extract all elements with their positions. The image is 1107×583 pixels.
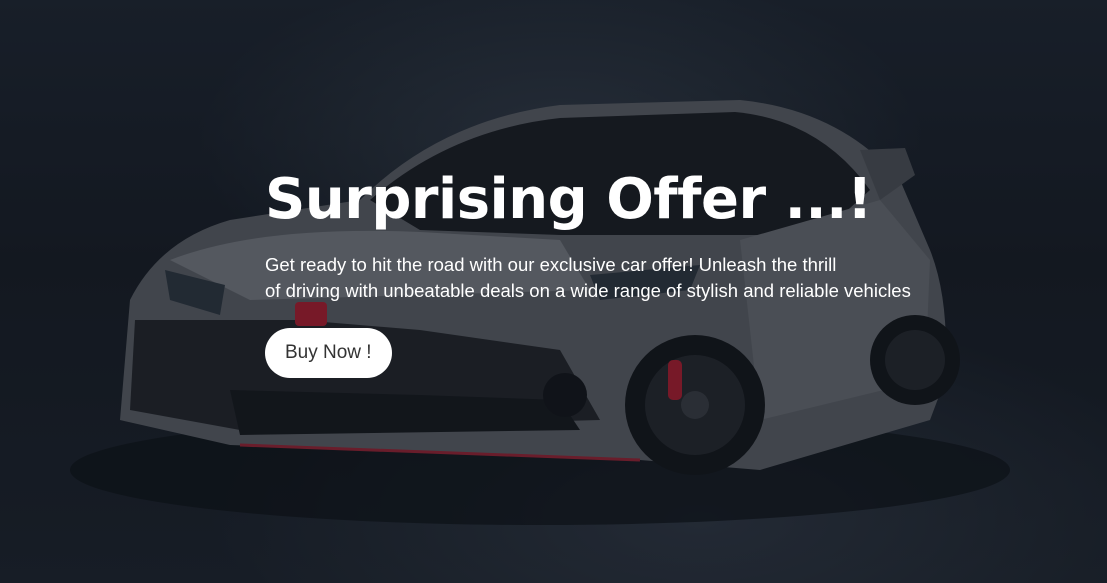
hero-description-line-1: Get ready to hit the road with our exclu… bbox=[265, 254, 837, 275]
hero-description-line-2: of driving with unbeatable deals on a wi… bbox=[265, 280, 911, 301]
hero-banner: Surprising Offer ...! Get ready to hit t… bbox=[0, 0, 1107, 583]
hero-content: Surprising Offer ...! Get ready to hit t… bbox=[265, 160, 1025, 378]
buy-now-button[interactable]: Buy Now ! bbox=[265, 328, 392, 378]
hero-title: Surprising Offer ...! bbox=[265, 167, 872, 232]
hero-description: Get ready to hit the road with our exclu… bbox=[265, 252, 985, 304]
